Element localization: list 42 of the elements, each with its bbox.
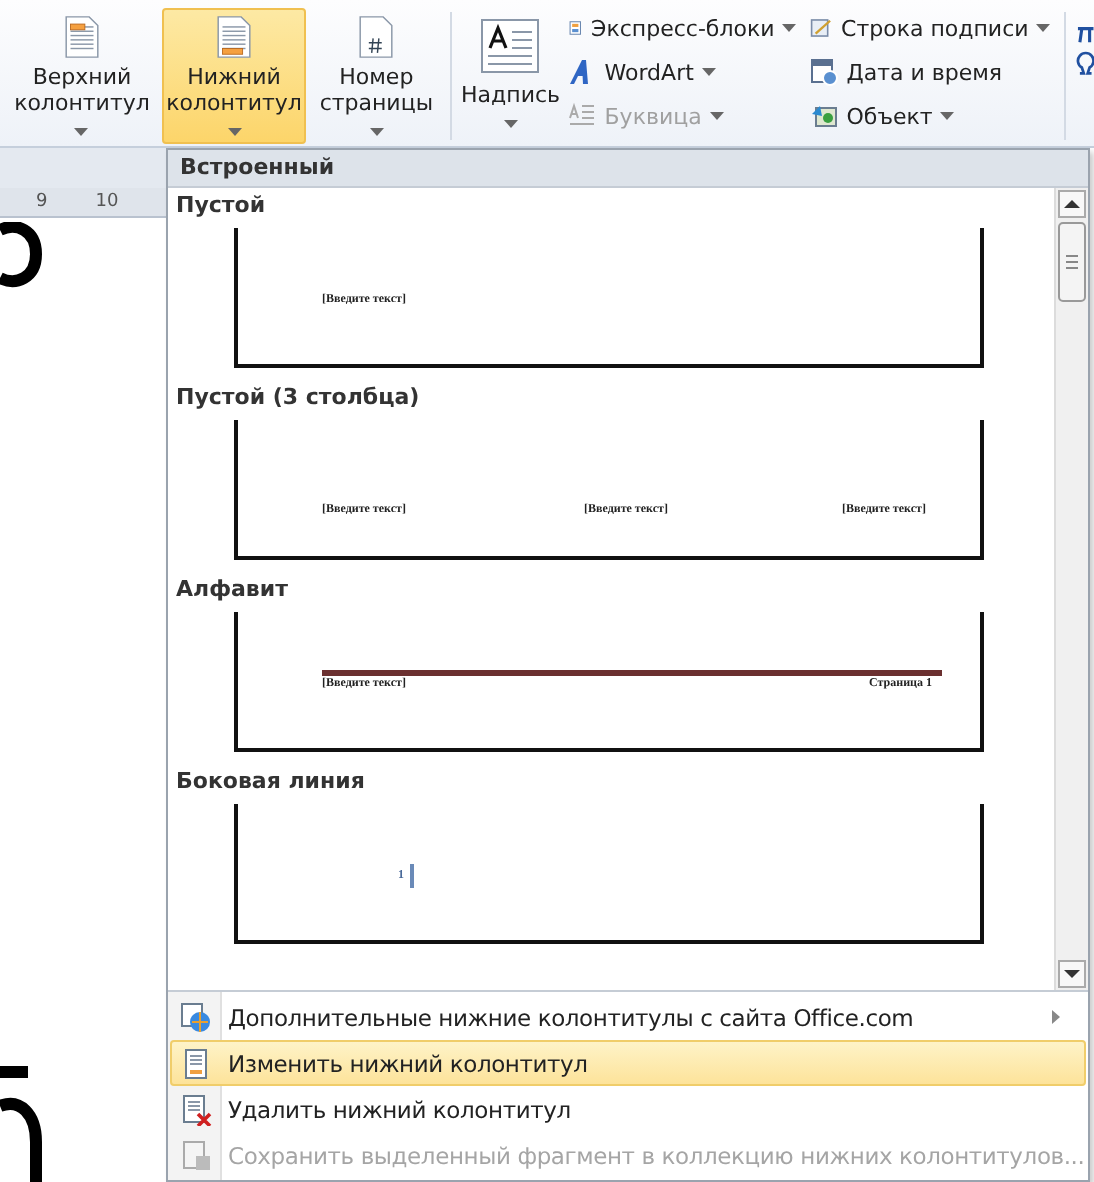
- document-drawing: [0, 1062, 44, 1182]
- scroll-thumb-icon[interactable]: [1058, 221, 1086, 302]
- document-icon: [180, 1047, 212, 1079]
- ribbon-button[interactable]: Нижний колонтитул: [161, 8, 307, 144]
- save-document-icon: [180, 1139, 212, 1171]
- calendar-clock-icon: [810, 58, 839, 86]
- ribbon-button[interactable]: WordArt: [564, 52, 801, 92]
- caret-icon: [503, 120, 518, 128]
- object-icon: [810, 102, 839, 130]
- gallery-title: Пустой: [174, 191, 268, 220]
- ribbon-button[interactable]: Номер страницы: [312, 8, 441, 144]
- caret-icon: [74, 128, 89, 136]
- ribbon-button[interactable]: Строка подписи: [806, 8, 1055, 48]
- ribbon-button[interactable]: Объект: [806, 96, 1055, 136]
- ribbon-button[interactable]: Верхний колонтитул: [8, 8, 156, 144]
- menu-item-label: Удалить нижний колонтитул: [228, 1095, 573, 1123]
- menu-item[interactable]: Изменить нижний колонтитул: [170, 1040, 1086, 1086]
- scroll-down-icon[interactable]: [1058, 960, 1086, 988]
- ribbon-button[interactable]: Надпись: [462, 8, 559, 144]
- caret-icon: [227, 128, 241, 136]
- ribbon-button[interactable]: Дата и время: [806, 52, 1055, 92]
- text-box-icon: [478, 14, 543, 78]
- menu-item-label: Изменить нижний колонтитул: [228, 1049, 590, 1077]
- scroll-up-icon[interactable]: [1058, 189, 1086, 218]
- signature-icon: [810, 14, 834, 42]
- gallery-title: Боковая линия: [174, 767, 367, 796]
- ruler-mark: 9: [36, 192, 48, 212]
- menu-item[interactable]: Удалить нижний колонтитул: [170, 1086, 1086, 1132]
- menu-item-label: Сохранить выделенный фрагмент в коллекцию нижних колонтитулов...: [228, 1141, 1085, 1169]
- menu-item-label: Дополнительные нижние колонтитулы с сайта Office.com: [228, 1003, 916, 1031]
- drop-cap-icon: [568, 102, 597, 130]
- menu-item[interactable]: Дополнительные нижние колонтитулы с сайта Office.com: [170, 994, 1086, 1040]
- scrollbar[interactable]: [1054, 187, 1088, 990]
- gallery-title: Пустой (3 столбца): [174, 383, 422, 412]
- ruler-mark: 10: [95, 192, 119, 212]
- caret-icon: [369, 128, 384, 136]
- ribbon-button[interactable]: Экспресс-блоки: [564, 8, 801, 48]
- delete-document-icon: [180, 1093, 212, 1125]
- globe-document-icon: [180, 1001, 212, 1033]
- side-line-icon: [410, 863, 414, 888]
- gallery-title: Алфавит: [174, 575, 290, 604]
- section-heading: Встроенный: [168, 150, 1088, 188]
